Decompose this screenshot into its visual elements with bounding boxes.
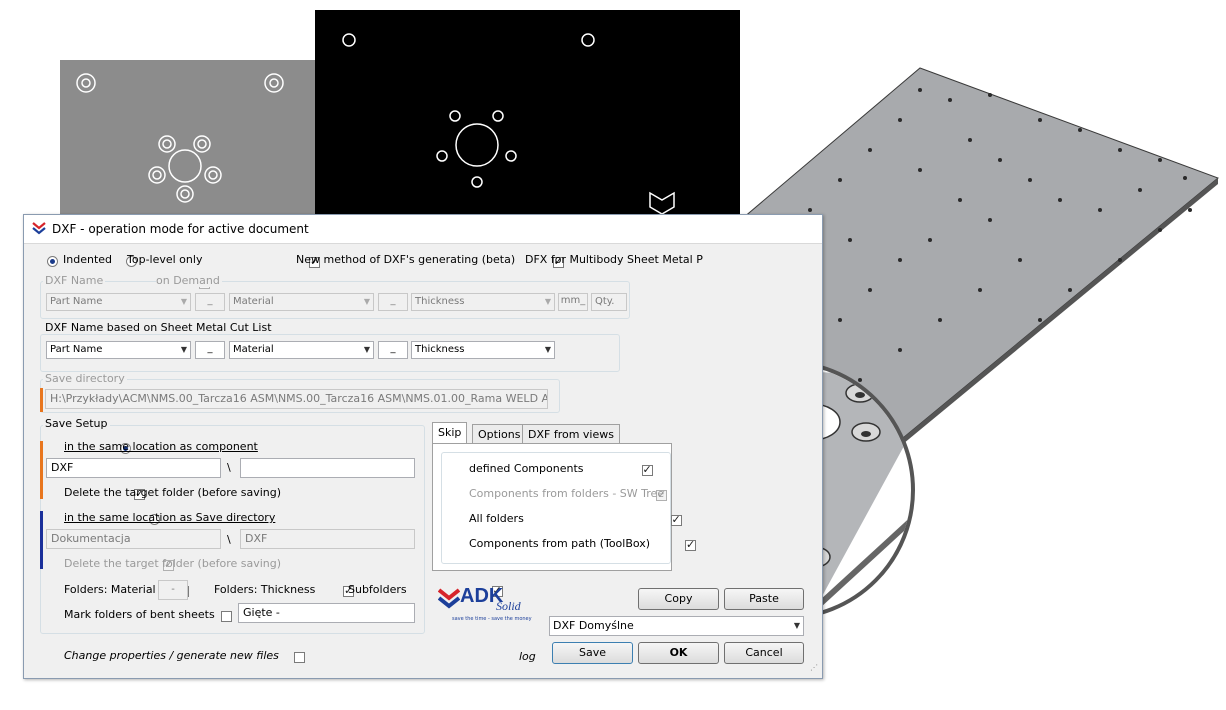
gray-hole-drawing (76, 73, 284, 203)
cutlist-sep1[interactable]: _ (195, 341, 225, 359)
cutlist-sep2[interactable]: _ (378, 341, 408, 359)
components-from-folders-label: Components from folders - SW Tree (469, 487, 665, 500)
component-subfolder-input[interactable] (240, 458, 415, 478)
all-folders-label: All folders (469, 512, 524, 525)
dialog-title: DXF - operation mode for active document (52, 222, 309, 236)
tab-options[interactable]: Options (472, 424, 527, 444)
indented-label: Indented (63, 253, 113, 266)
dropdown-arrow-icon: ▼ (363, 345, 370, 354)
same-as-savedir-label: in the same location as Save directory (64, 511, 276, 524)
bent-folder-name-input[interactable]: Gięte - (238, 603, 415, 623)
save-setup-legend: Save Setup (43, 417, 110, 430)
dxf-name-material-combo[interactable]: Material ▼ (229, 293, 374, 311)
cutlist-part-combo[interactable]: Part Name ▼ (46, 341, 191, 359)
new-method-label: New method of DXF's generating (beta) (296, 253, 516, 266)
indented-radio[interactable] (47, 255, 58, 267)
title-bar: DXF - operation mode for active document (24, 215, 822, 244)
top-level-label: Top-level only (127, 253, 203, 266)
dxf-name-qty-combo[interactable]: Qty. (591, 293, 627, 311)
change-properties-label: Change properties / generate new files (64, 649, 279, 662)
savedir-folder-input[interactable]: Dokumentacja (46, 529, 221, 549)
path-separator: \ (227, 461, 231, 474)
combo-value: Part Name (50, 344, 103, 355)
dropdown-arrow-icon: ▼ (544, 297, 551, 306)
combo-value: DXF Domyślne (553, 619, 634, 632)
components-from-path-checkbox[interactable] (685, 538, 696, 551)
adk-solid-logo: ADK Solid save the time - save the money (438, 583, 538, 625)
logo-tagline: save the time - save the money (452, 616, 532, 622)
same-as-component-label: in the same location as component (64, 440, 258, 453)
dropdown-arrow-icon: ▼ (180, 345, 187, 354)
component-folder-input[interactable]: DXF (46, 458, 221, 478)
mark-bent-checkbox[interactable] (221, 610, 232, 622)
gray-preview-panel (60, 60, 322, 220)
dropdown-arrow-icon: ▼ (363, 297, 370, 306)
folders-thickness-label: Folders: Thickness (214, 583, 316, 596)
folders-material-label: Folders: Material (64, 583, 156, 596)
save-button[interactable]: Save (552, 642, 633, 664)
cancel-button[interactable]: Cancel (724, 642, 804, 664)
combo-value: Material (233, 344, 274, 355)
dropdown-arrow-icon: ▼ (793, 621, 800, 630)
cutlist-material-combo[interactable]: Material ▼ (229, 341, 374, 359)
delete-target-2-label: Delete the target folder (before saving) (64, 557, 282, 570)
save-directory-path[interactable]: H:\Przykłady\ACM\NMS.00_Tarcza16 ASM\NMS… (45, 389, 548, 409)
savedir-blue-bar (40, 511, 43, 569)
on-demand-label: on Demand (156, 274, 222, 287)
components-from-path-label: Components from path (ToolBox) (469, 537, 651, 550)
all-folders-checkbox[interactable] (670, 513, 682, 526)
profile-combo[interactable]: DXF Domyślne ▼ (549, 616, 804, 636)
dropdown-arrow-icon: ▼ (180, 297, 187, 306)
save-directory-legend: Save directory (43, 372, 127, 385)
logo-sub: Solid (496, 599, 521, 613)
tab-dxf-from-views[interactable]: DXF from views (522, 424, 620, 444)
savedir-subfolder-input[interactable]: DXF (240, 529, 415, 549)
dropdown-arrow-icon: ▼ (544, 345, 551, 354)
log-label: log (519, 650, 536, 663)
dxf-operation-dialog: DXF - operation mode for active document… (23, 214, 823, 679)
dxf-name-legend: DXF Name (43, 274, 106, 287)
dxf-name-thickness-combo[interactable]: Thickness ▼ (411, 293, 555, 311)
combo-value: Thickness (415, 344, 465, 355)
copy-button[interactable]: Copy (638, 588, 719, 610)
component-orange-bar (40, 441, 43, 499)
save-dir-orange-bar (40, 388, 43, 412)
multibody-label: DFX for Multibody Sheet Metal P (525, 253, 703, 266)
defined-components-checkbox[interactable] (641, 463, 653, 476)
dxf-name-sep3[interactable]: mm_ (558, 293, 588, 311)
combo-value: Qty. (595, 296, 615, 307)
combo-value: Material (233, 296, 274, 307)
adk-logo-chevron-icon (438, 588, 460, 609)
delete-target-1-label: Delete the target folder (before saving) (64, 486, 282, 499)
tab-skip[interactable]: Skip (432, 422, 468, 444)
subfolders-label: Subfolders (348, 583, 407, 596)
defined-components-label: defined Components (469, 462, 584, 475)
dxf-name-sep1[interactable]: _ (195, 293, 225, 311)
paste-button[interactable]: Paste (724, 588, 804, 610)
dxf-name-part-combo[interactable]: Part Name ▼ (46, 293, 191, 311)
combo-value: Thickness (415, 296, 465, 307)
adk-chevron-icon (32, 222, 46, 235)
ok-button[interactable]: OK (638, 642, 719, 664)
combo-value: Part Name (50, 296, 103, 307)
path-separator: \ (227, 533, 231, 546)
cutlist-legend: DXF Name based on Sheet Metal Cut List (43, 321, 274, 334)
mark-bent-label: Mark folders of bent sheets (64, 608, 215, 621)
resize-grip-icon[interactable]: ⋰ (810, 663, 820, 673)
dxf-name-sep2[interactable]: _ (378, 293, 408, 311)
cutlist-thickness-combo[interactable]: Thickness ▼ (411, 341, 555, 359)
material-separator-input[interactable]: - (158, 580, 188, 600)
change-properties-checkbox[interactable] (293, 651, 305, 663)
